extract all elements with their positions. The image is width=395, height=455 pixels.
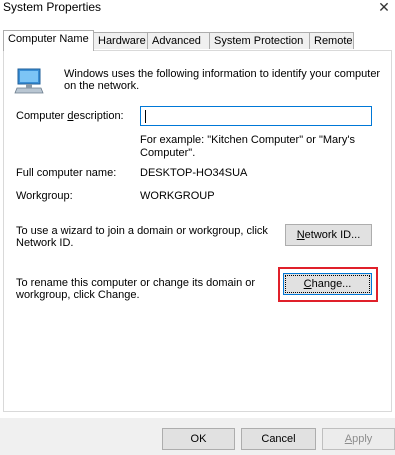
tab-strip: Computer Name Hardware Advanced System P…	[0, 30, 395, 51]
text-caret	[145, 110, 146, 123]
intro-line-1: Windows uses the following information t…	[64, 68, 381, 80]
computer-description-input[interactable]	[140, 106, 372, 126]
tab-remote[interactable]: Remote	[309, 32, 354, 49]
example-line-2: Computer".	[140, 147, 196, 159]
rename-text-line-2: workgroup, click Change.	[16, 289, 140, 301]
full-name-value: DESKTOP-HO34SUA	[140, 167, 248, 179]
network-text-line-1: To use a wizard to join a domain or work…	[16, 225, 268, 237]
tab-system-protection[interactable]: System Protection	[209, 32, 310, 49]
close-icon[interactable]: ✕	[373, 0, 395, 16]
network-text-line-2: Network ID.	[16, 237, 74, 249]
workgroup-value: WORKGROUP	[140, 190, 215, 202]
window-title: System Properties	[3, 0, 102, 14]
rename-text-line-1: To rename this computer or change its do…	[16, 277, 256, 289]
apply-button[interactable]: Apply	[322, 428, 395, 450]
workgroup-label: Workgroup:	[16, 190, 73, 202]
tab-advanced[interactable]: Advanced	[147, 32, 210, 49]
tab-computer-name[interactable]: Computer Name	[3, 30, 94, 51]
change-button[interactable]: Change...	[283, 273, 372, 295]
network-id-button[interactable]: Network ID...	[285, 224, 372, 246]
cancel-button[interactable]: Cancel	[241, 428, 316, 450]
intro-line-2: on the network.	[64, 80, 140, 92]
example-line-1: For example: "Kitchen Computer" or "Mary…	[140, 134, 355, 146]
computer-icon	[14, 68, 44, 94]
description-label: Computer description:	[16, 110, 124, 122]
title-bar: System Properties ✕	[0, 0, 395, 26]
full-name-label: Full computer name:	[16, 167, 117, 179]
button-bar: OK Cancel Apply	[0, 418, 395, 455]
ok-button[interactable]: OK	[162, 428, 235, 450]
tab-hardware[interactable]: Hardware	[93, 32, 148, 49]
